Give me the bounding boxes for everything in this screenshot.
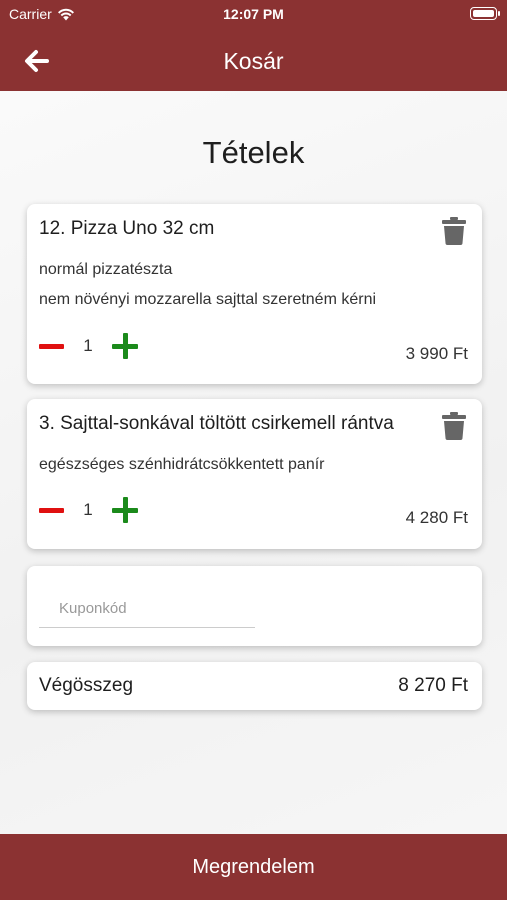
decrease-quantity-button[interactable]: [39, 343, 64, 349]
delete-item-button[interactable]: [442, 217, 466, 250]
coupon-input[interactable]: [39, 590, 255, 628]
order-button-label: Megrendelem: [192, 855, 315, 878]
item-option: normál pizzatészta: [39, 261, 173, 278]
trash-icon: [442, 412, 466, 440]
quantity-stepper: 1: [39, 333, 138, 359]
battery-icon: [470, 7, 500, 20]
order-button[interactable]: Megrendelem: [0, 834, 507, 900]
delete-item-button[interactable]: [442, 412, 466, 445]
increase-quantity-button[interactable]: [112, 497, 138, 523]
header-title: Kosár: [223, 48, 284, 74]
total-card: Végösszeg 8 270 Ft: [27, 662, 482, 710]
trash-icon: [442, 217, 466, 245]
decrease-quantity-button[interactable]: [39, 507, 64, 513]
item-quantity: 1: [83, 336, 93, 355]
status-bar: Carrier 12:07 PM: [0, 0, 507, 30]
item-price: 3 990 Ft: [405, 344, 468, 363]
increase-quantity-button[interactable]: [112, 333, 138, 359]
item-quantity: 1: [83, 500, 93, 519]
page-title: Tételek: [202, 135, 305, 170]
total-value: 8 270 Ft: [398, 675, 468, 696]
cart-content: Tételek 12. Pizza Uno 32 cm normál pizza…: [0, 91, 507, 834]
quantity-stepper: 1: [39, 497, 138, 523]
item-option: nem növényi mozzarella sajttal szeretném…: [39, 291, 377, 308]
nav-bar: Kosár: [0, 38, 507, 84]
item-option: egészséges szénhidrátcsökkentett panír: [39, 456, 325, 473]
item-name: 12. Pizza Uno 32 cm: [39, 218, 215, 239]
item-price: 4 280 Ft: [405, 508, 468, 527]
total-label: Végösszeg: [39, 675, 134, 696]
app-header: Carrier 12:07 PM Kosár: [0, 0, 507, 91]
coupon-card: [27, 566, 482, 646]
cart-item-card: 3. Sajttal-sonkával töltött csirkemell r…: [27, 399, 482, 549]
status-time: 12:07 PM: [223, 6, 284, 22]
item-name: 3. Sajttal-sonkával töltött csirkemell r…: [39, 413, 394, 434]
cart-item-card: 12. Pizza Uno 32 cm normál pizzatészta n…: [27, 204, 482, 384]
